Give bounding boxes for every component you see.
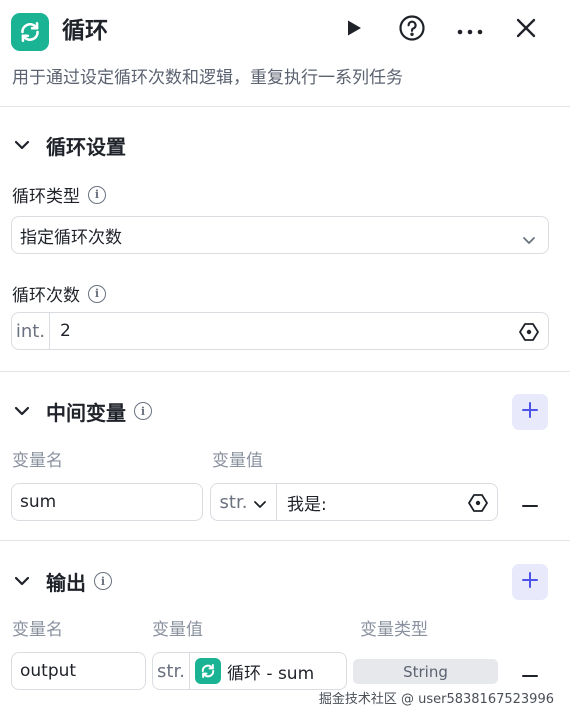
variable-value-text: 我是: <box>287 494 327 515</box>
variable-value-input[interactable]: str. 我是: <box>210 483 498 521</box>
variable-name-input[interactable]: sum <box>11 483 203 521</box>
add-output-button[interactable] <box>512 564 548 600</box>
node-header: 循环 <box>0 0 570 62</box>
variable-reference-chip[interactable]: 循环 - sum <box>190 653 314 689</box>
variable-ref-icon[interactable] <box>467 492 489 518</box>
intermediate-vars-header[interactable]: 中间变量 i <box>12 396 152 426</box>
info-icon[interactable]: i <box>88 185 106 204</box>
section-title: 循环设置 <box>46 134 126 159</box>
more-icon <box>456 21 484 40</box>
close-button[interactable] <box>510 14 542 46</box>
section-title: 输出 <box>46 570 86 595</box>
plus-icon <box>521 571 539 593</box>
loop-icon <box>11 13 49 51</box>
chevron-down-icon <box>12 135 32 155</box>
help-icon <box>398 14 426 46</box>
loop-type-value: 指定循环次数 <box>20 227 122 248</box>
type-select[interactable]: str. <box>211 484 277 520</box>
run-button[interactable] <box>338 14 370 46</box>
field-label-text: 循环类型 <box>12 187 80 207</box>
column-header-name: 变量名 <box>12 620 63 640</box>
loop-count-input[interactable]: int. 2 <box>11 312 549 350</box>
info-icon[interactable]: i <box>94 572 112 590</box>
output-header[interactable]: 输出 i <box>12 566 112 596</box>
node-title: 循环 <box>62 18 108 44</box>
variable-type-badge: String <box>353 659 498 684</box>
loop-count-label: 循环次数 i <box>12 281 106 306</box>
column-header-value: 变量值 <box>152 620 203 640</box>
loop-icon <box>195 658 221 684</box>
loop-count-value: 2 <box>60 321 71 341</box>
divider <box>0 371 570 372</box>
divider <box>0 540 570 541</box>
type-tag-int: int. <box>12 313 50 349</box>
column-header-value: 变量值 <box>212 451 263 471</box>
remove-variable-button[interactable] <box>518 490 542 514</box>
field-label-text: 循环次数 <box>12 286 80 306</box>
column-header-name: 变量名 <box>12 451 63 471</box>
minus-icon <box>522 663 538 682</box>
loop-type-label: 循环类型 i <box>12 182 106 207</box>
watermark: 掘金技术社区 @ user5838167523996 <box>318 692 554 707</box>
play-icon <box>344 18 364 42</box>
chevron-down-icon <box>12 571 32 591</box>
variable-ref-icon[interactable] <box>518 321 540 347</box>
variable-name-value: sum <box>20 492 57 512</box>
type-tag-str: str. <box>219 491 248 513</box>
output-name-value: output <box>20 661 77 681</box>
variable-reference-label: 循环 - sum <box>227 663 315 684</box>
add-variable-button[interactable] <box>512 394 548 430</box>
chevron-down-icon <box>522 230 536 249</box>
info-icon[interactable]: i <box>88 284 106 303</box>
remove-output-button[interactable] <box>518 660 542 684</box>
info-icon[interactable]: i <box>134 402 152 420</box>
plus-icon <box>521 401 539 423</box>
minus-icon <box>522 493 538 512</box>
loop-type-select[interactable]: 指定循环次数 <box>11 216 549 254</box>
output-name-input[interactable]: output <box>11 652 146 690</box>
close-icon <box>516 18 536 42</box>
section-title: 中间变量 <box>46 400 126 425</box>
node-description: 用于通过设定循环次数和逻辑，重复执行一系列任务 <box>12 68 403 88</box>
chevron-down-icon <box>253 493 267 514</box>
type-tag-str: str. <box>153 653 190 689</box>
chevron-down-icon <box>12 401 32 421</box>
output-value-input[interactable]: str. 循环 - sum <box>152 652 347 690</box>
more-button[interactable] <box>454 14 486 46</box>
loop-settings-header[interactable]: 循环设置 <box>12 130 126 160</box>
divider <box>0 106 570 107</box>
help-button[interactable] <box>396 14 428 46</box>
column-header-type: 变量类型 <box>360 620 428 640</box>
